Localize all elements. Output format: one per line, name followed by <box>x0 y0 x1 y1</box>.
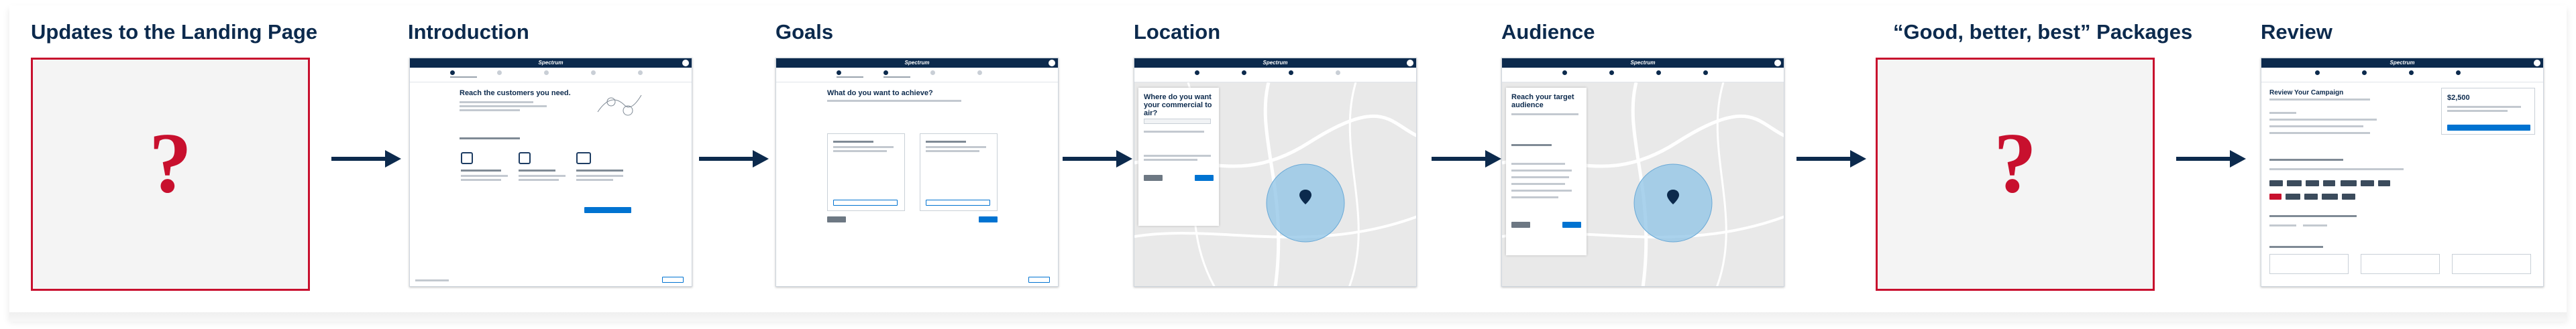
progress-stepper <box>1502 68 1784 82</box>
step-title-packages: “Good, better, best” Packages <box>1893 20 2193 44</box>
step-title-location: Location <box>1134 20 1221 44</box>
footer-button[interactable] <box>1028 277 1050 283</box>
step-title-goals: Goals <box>775 20 834 44</box>
audience-panel: Reach your target audience <box>1506 88 1587 255</box>
help-icon[interactable] <box>1049 60 1055 66</box>
review-screen[interactable]: Spectrum Review Your Campaign $2,500 <box>2261 58 2544 287</box>
step-title-review: Review <box>2261 20 2332 44</box>
screen-heading: Reach your target audience <box>1511 93 1574 109</box>
footer-button[interactable] <box>662 277 684 283</box>
next-button[interactable] <box>979 216 998 222</box>
brand-logo: Spectrum <box>538 60 564 66</box>
arrow-right-icon <box>331 150 401 168</box>
goal-option-card[interactable] <box>827 133 905 211</box>
next-button[interactable] <box>1195 175 1214 181</box>
goals-screen[interactable]: Spectrum What do you want to achieve? <box>775 58 1059 287</box>
arrow-right-icon <box>699 150 769 168</box>
get-started-button[interactable] <box>584 207 631 213</box>
next-button[interactable] <box>1562 222 1581 228</box>
price-card: $2,500 <box>2441 88 2535 135</box>
landing-placeholder: ? <box>31 58 310 291</box>
campaign-price: $2,500 <box>2447 94 2470 102</box>
illustration <box>597 94 642 116</box>
arrow-right-icon <box>1063 150 1132 168</box>
progress-stepper <box>2261 68 2543 82</box>
back-button[interactable] <box>827 216 846 222</box>
brand-logo: Spectrum <box>1263 60 1288 66</box>
location-screen[interactable]: Spectrum Where do you want your commerci… <box>1134 58 1417 287</box>
progress-stepper <box>776 68 1058 82</box>
arrow-right-icon <box>2176 150 2246 168</box>
screen-heading: What do you want to achieve? <box>827 89 933 97</box>
progress-stepper <box>410 68 692 82</box>
help-icon[interactable] <box>1774 60 1781 66</box>
arrow-right-icon <box>1796 150 1866 168</box>
submit-button[interactable] <box>2447 125 2530 131</box>
question-mark: ? <box>149 115 192 210</box>
screen-heading: Review Your Campaign <box>2269 89 2344 96</box>
progress-stepper <box>1134 68 1416 82</box>
introduction-screen[interactable]: Spectrum Reach the customers you need. <box>409 58 692 287</box>
packages-placeholder: ? <box>1876 58 2155 291</box>
goal-option-card[interactable] <box>920 133 998 211</box>
step-title-landing: Updates to the Landing Page <box>31 20 318 44</box>
location-panel: Where do you want your commercial to air… <box>1138 88 1219 226</box>
back-button[interactable] <box>1511 222 1530 228</box>
arrow-right-icon <box>1432 150 1501 168</box>
question-mark: ? <box>1994 115 2037 210</box>
step-title-audience: Audience <box>1501 20 1595 44</box>
help-icon[interactable] <box>682 60 689 66</box>
brand-logo: Spectrum <box>1630 60 1656 66</box>
canvas-shadow <box>9 312 2567 322</box>
audience-screen[interactable]: Spectrum Reach your target audience <box>1501 58 1784 287</box>
screen-heading: Reach the customers you need. <box>460 89 571 97</box>
map-view[interactable]: Reach your target audience <box>1502 82 1784 286</box>
map-view[interactable]: Where do you want your commercial to air… <box>1134 82 1416 286</box>
step-title-introduction: Introduction <box>408 20 529 44</box>
top-bar: Spectrum <box>410 58 692 68</box>
help-icon[interactable] <box>2534 60 2540 66</box>
help-icon[interactable] <box>1407 60 1413 66</box>
back-button[interactable] <box>1144 175 1163 181</box>
brand-logo: Spectrum <box>904 60 930 66</box>
brand-logo: Spectrum <box>2390 60 2415 66</box>
screen-heading: Where do you want your commercial to air… <box>1144 93 1212 117</box>
